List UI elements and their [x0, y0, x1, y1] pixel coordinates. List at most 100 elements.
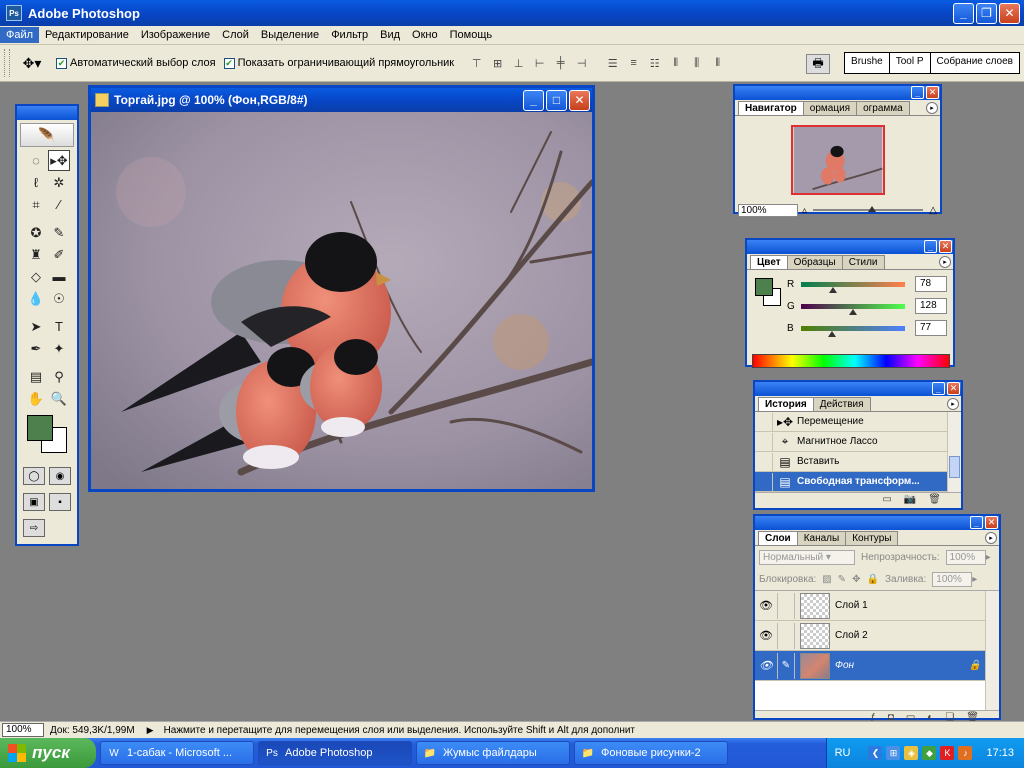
start-button[interactable]: пуск	[0, 738, 96, 768]
channel-thumb-b[interactable]	[828, 330, 837, 337]
history-scrollbar[interactable]	[947, 412, 961, 492]
layer-name[interactable]: Слой 1	[835, 600, 868, 611]
zoom-slider-thumb[interactable]	[868, 206, 877, 212]
doc-maximize-button[interactable]: □	[546, 89, 567, 111]
layer-link-box[interactable]	[777, 592, 795, 619]
minimize-button[interactable]: _	[953, 2, 974, 24]
slice-tool-icon[interactable]: ∕	[48, 194, 70, 215]
color-fg-swatch[interactable]	[755, 278, 773, 296]
align-right-icon[interactable]: ⊣	[573, 55, 590, 72]
align-top-icon[interactable]: ⊤	[468, 55, 485, 72]
document-size[interactable]: Док: 549,3K/1,99M	[50, 725, 135, 736]
lock-pixels-icon[interactable]: ✎	[838, 574, 846, 585]
visibility-eye-icon[interactable]: 👁	[755, 659, 777, 672]
eyedropper-tool-icon[interactable]: ⚲	[48, 366, 70, 387]
magic-wand-tool-icon[interactable]: ✲	[48, 172, 70, 193]
screen-mode-standard-icon[interactable]: ▣	[23, 493, 45, 511]
kaspersky-icon[interactable]: K	[940, 746, 955, 760]
align-bottom-icon[interactable]: ⊥	[510, 55, 527, 72]
visibility-eye-icon[interactable]: 👁	[755, 629, 777, 642]
feather-logo-icon[interactable]: 🪶	[20, 123, 74, 147]
channel-value-b[interactable]: 77	[915, 320, 947, 336]
channel-slider-b[interactable]	[801, 325, 905, 337]
image-canvas[interactable]	[91, 112, 592, 489]
auto-select-checkbox[interactable]: ✔ Автоматический выбор слоя	[56, 57, 216, 69]
taskbar-item-3[interactable]: 📁 Фоновые рисунки-2	[574, 741, 728, 765]
channel-slider-g[interactable]	[801, 303, 905, 315]
color-spectrum-bar[interactable]	[752, 354, 950, 368]
fill-input[interactable]: 100%	[932, 571, 973, 587]
volume-icon[interactable]: ♪	[958, 746, 973, 760]
tray-arrow-icon[interactable]: ❮	[868, 746, 883, 760]
channel-thumb-r[interactable]	[828, 286, 837, 293]
layers-minimize-button[interactable]: _	[970, 516, 983, 529]
well-tab-1[interactable]: Tool P	[888, 52, 931, 74]
tray-app-icon[interactable]: ◈	[904, 746, 919, 760]
nav-tabs-tab-0[interactable]: Навигатор	[738, 101, 804, 115]
pen-tool-icon[interactable]: ✒	[25, 338, 47, 359]
blend-mode-select[interactable]: Нормальный ▾	[759, 549, 855, 565]
layers-palette-title-bar[interactable]: _ ✕	[755, 516, 999, 530]
layer-link-box[interactable]	[777, 622, 795, 649]
document-title-bar[interactable]: Торгай.jpg @ 100% (Фон,RGB/8#) _ □ ✕	[91, 88, 592, 112]
layers-scrollbar[interactable]	[985, 591, 999, 710]
hist-tabs-tab-1[interactable]: Действия	[812, 397, 871, 411]
clone-stamp-tool-icon[interactable]: ♜	[25, 244, 47, 265]
navigator-minimize-button[interactable]: _	[911, 86, 924, 99]
show-bounds-check[interactable]: ✔	[223, 57, 235, 69]
menu-item-3[interactable]: Слой	[216, 27, 255, 43]
history-item[interactable]: ⌖ Магнитное Лассо	[755, 432, 961, 452]
visibility-eye-icon[interactable]: 👁	[755, 599, 777, 612]
new-document-from-state-icon[interactable]: ▭	[882, 494, 891, 505]
distribute-left-icon[interactable]: ⫴	[667, 55, 684, 72]
healing-brush-tool-icon[interactable]: ✪	[25, 222, 47, 243]
brush-tool-icon[interactable]: ✎	[48, 222, 70, 243]
zoom-tool-icon[interactable]: 🔍	[48, 388, 70, 409]
navigator-zoom-input[interactable]: 100%	[738, 203, 798, 217]
status-zoom-input[interactable]: 100%	[2, 723, 44, 737]
menu-item-4[interactable]: Выделение	[255, 27, 325, 43]
notes-tool-icon[interactable]: ▤	[25, 366, 47, 387]
hand-tool-icon[interactable]: ✋	[25, 388, 47, 409]
color-tabs-tab-2[interactable]: Стили	[841, 255, 885, 269]
distribute-bottom-icon[interactable]: ☷	[646, 55, 663, 72]
status-menu-arrow-icon[interactable]: ▶	[147, 725, 154, 736]
layer-tabs-tab-0[interactable]: Слои	[758, 531, 798, 545]
layer-row[interactable]: 👁 Слой 2	[755, 621, 999, 651]
opacity-arrow-icon[interactable]: ▸	[986, 552, 991, 563]
navigator-thumbnail[interactable]	[790, 125, 885, 195]
lock-position-icon[interactable]: ✥	[852, 574, 860, 585]
layer-name[interactable]: Фон	[835, 660, 854, 671]
history-snapshot-box[interactable]	[755, 452, 773, 471]
menu-item-5[interactable]: Фильтр	[325, 27, 374, 43]
taskbar-item-2[interactable]: 📁 Жумыс файлдары	[416, 741, 570, 765]
blur-tool-icon[interactable]: 💧	[25, 288, 47, 309]
toolbox-title-bar[interactable]	[17, 106, 77, 120]
align-vcenter-icon[interactable]: ⊞	[489, 55, 506, 72]
screen-mode-full-icon[interactable]: ▪	[49, 493, 71, 511]
delete-state-icon[interactable]: 🗑	[928, 494, 941, 505]
show-bounds-checkbox[interactable]: ✔ Показать ограничивающий прямоугольник	[223, 57, 454, 69]
gradient-tool-icon[interactable]: ▬	[48, 266, 70, 287]
channel-thumb-g[interactable]	[849, 308, 858, 315]
quick-mask-mode-icon[interactable]: ◉	[49, 467, 71, 485]
restore-button[interactable]: ❐	[976, 2, 997, 24]
layers-menu-icon[interactable]: ▸	[985, 532, 997, 544]
history-item[interactable]: ▤ Свободная трансформ...	[755, 472, 961, 492]
move-tool-preset-icon[interactable]: ✥▾	[16, 52, 48, 74]
history-snapshot-box[interactable]	[755, 412, 773, 431]
marquee-tool-icon[interactable]: ◌	[25, 150, 47, 171]
distribute-hcenter-icon[interactable]: ⫼	[688, 55, 705, 72]
taskbar-item-1[interactable]: Ps Adobe Photoshop	[258, 741, 412, 765]
distribute-vcenter-icon[interactable]: ≡	[625, 55, 642, 72]
channel-value-r[interactable]: 78	[915, 276, 947, 292]
navigator-palette-title-bar[interactable]: _ ✕	[735, 86, 940, 100]
move-tool-icon[interactable]: ▸✥	[48, 150, 70, 171]
zoom-out-icon[interactable]: ▵	[802, 205, 807, 216]
history-menu-icon[interactable]: ▸	[947, 398, 959, 410]
layer-row[interactable]: 👁 ✎ Фон 🔒	[755, 651, 999, 681]
type-tool-icon[interactable]: T	[48, 316, 70, 337]
well-tab-2[interactable]: Собрание слоев	[929, 52, 1020, 74]
taskbar-item-0[interactable]: W 1-сабак - Microsoft ...	[100, 741, 254, 765]
channel-value-g[interactable]: 128	[915, 298, 947, 314]
